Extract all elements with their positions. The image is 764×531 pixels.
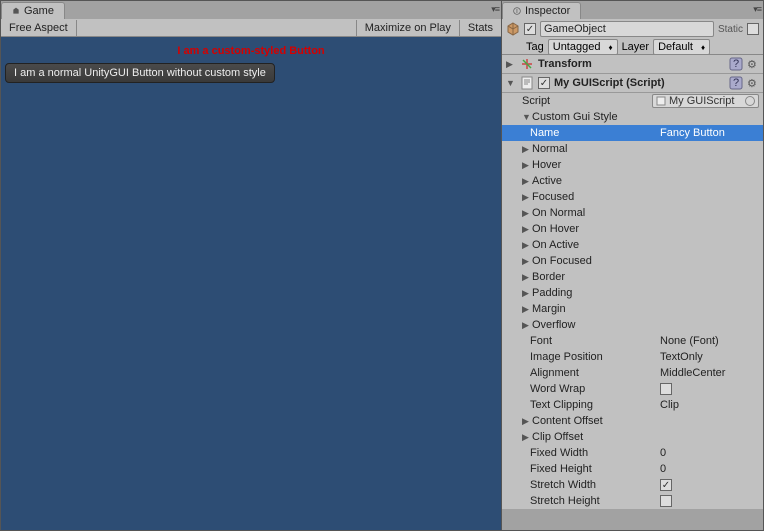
gameobject-icon: [506, 22, 520, 36]
transform-title: Transform: [538, 58, 725, 70]
foldout-icon: ▶: [522, 208, 530, 219]
game-icon: [12, 7, 20, 15]
game-view: I am a custom-styled Button I am a norma…: [1, 37, 501, 530]
stretch-height-checkbox[interactable]: [660, 495, 672, 507]
state-foldout[interactable]: ▶Border: [502, 269, 763, 285]
name-value: Fancy Button: [660, 127, 759, 139]
tag-dropdown[interactable]: Untagged♦: [548, 39, 618, 55]
foldout-icon: ▶: [522, 192, 530, 203]
alignment-row: Alignment MiddleCenter: [502, 365, 763, 381]
inspector-tab-label: Inspector: [525, 5, 570, 17]
svg-text:?: ?: [733, 77, 739, 89]
font-field[interactable]: None (Font): [660, 335, 759, 347]
custom-styled-button[interactable]: I am a custom-styled Button: [5, 45, 497, 57]
foldout-icon: ▶: [522, 160, 530, 171]
text-clipping-dropdown[interactable]: Clip: [660, 399, 759, 411]
static-checkbox[interactable]: [747, 23, 759, 35]
state-foldout[interactable]: ▶On Hover: [502, 221, 763, 237]
transform-icon: [520, 57, 534, 71]
state-foldout[interactable]: ▶On Active: [502, 237, 763, 253]
state-foldout[interactable]: ▶Margin: [502, 301, 763, 317]
font-row: Font None (Font): [502, 333, 763, 349]
state-foldout[interactable]: ▶Normal: [502, 141, 763, 157]
script-icon: [656, 96, 666, 106]
gameobject-header: Static Tag Untagged♦ Layer Default♦: [502, 19, 763, 55]
fixed-height-row: Fixed Height 0: [502, 461, 763, 477]
word-wrap-row: Word Wrap: [502, 381, 763, 397]
game-tab-bar: Game ▾≡: [1, 1, 501, 19]
state-foldout[interactable]: ▶Padding: [502, 285, 763, 301]
script-label: Script: [522, 95, 652, 107]
stretch-height-row: Stretch Height: [502, 493, 763, 509]
gear-icon[interactable]: ⚙: [747, 58, 759, 71]
fixed-width-row: Fixed Width 0: [502, 445, 763, 461]
stats-button[interactable]: Stats: [459, 20, 501, 36]
content-offset-foldout[interactable]: ▶ Content Offset: [502, 413, 763, 429]
state-foldout[interactable]: ▶On Normal: [502, 205, 763, 221]
foldout-icon: ▶: [522, 144, 530, 155]
word-wrap-checkbox[interactable]: [660, 383, 672, 395]
foldout-icon: ▶: [522, 256, 530, 267]
help-icon[interactable]: ?: [729, 76, 743, 90]
name-label: Name: [530, 127, 660, 139]
foldout-icon: ▶: [522, 288, 530, 299]
component-enabled-checkbox[interactable]: [538, 77, 550, 89]
stretch-width-checkbox[interactable]: [660, 479, 672, 491]
foldout-icon: ▼: [522, 112, 530, 122]
foldout-icon: ▶: [522, 304, 530, 315]
text-clipping-row: Text Clipping Clip: [502, 397, 763, 413]
info-icon: i: [513, 7, 521, 15]
gameobject-active-checkbox[interactable]: [524, 23, 536, 35]
foldout-icon: ▶: [522, 240, 530, 251]
fixed-width-field[interactable]: 0: [660, 447, 759, 459]
script-component-title: My GUIScript (Script): [554, 77, 725, 89]
static-label: Static: [718, 24, 743, 35]
script-object-field[interactable]: My GUIScript: [652, 94, 759, 108]
foldout-icon: ▶: [522, 272, 530, 283]
foldout-icon: ▶: [522, 176, 530, 187]
state-foldout[interactable]: ▶Active: [502, 173, 763, 189]
inspector-tab[interactable]: i Inspector: [502, 2, 581, 19]
help-icon[interactable]: ?: [729, 57, 743, 71]
layer-label: Layer: [622, 41, 650, 53]
state-foldout[interactable]: ▶Focused: [502, 189, 763, 205]
game-tab[interactable]: Game: [1, 2, 65, 19]
state-foldout[interactable]: ▶Overflow: [502, 317, 763, 333]
gameobject-name-field[interactable]: [540, 21, 714, 37]
game-toolbar: Free Aspect Maximize on Play Stats: [1, 19, 501, 37]
state-foldout[interactable]: ▶Hover: [502, 157, 763, 173]
normal-gui-button[interactable]: I am a normal UnityGUI Button without cu…: [5, 63, 275, 83]
fixed-height-field[interactable]: 0: [660, 463, 759, 475]
alignment-dropdown[interactable]: MiddleCenter: [660, 367, 759, 379]
foldout-icon: ▶: [522, 432, 530, 443]
style-name-row[interactable]: Name Fancy Button: [502, 125, 763, 141]
script-field-row: Script My GUIScript: [502, 93, 763, 109]
foldout-icon[interactable]: ▶: [506, 59, 516, 70]
custom-gui-style-foldout[interactable]: ▼ Custom Gui Style: [502, 109, 763, 125]
maximize-button[interactable]: Maximize on Play: [356, 20, 459, 36]
panel-menu-icon[interactable]: ▾≡: [491, 4, 499, 15]
svg-text:?: ?: [733, 58, 739, 70]
foldout-icon: ▶: [522, 320, 530, 331]
layer-dropdown[interactable]: Default♦: [653, 39, 710, 55]
panel-menu-icon[interactable]: ▾≡: [753, 4, 761, 15]
stretch-width-row: Stretch Width: [502, 477, 763, 493]
foldout-icon[interactable]: ▼: [506, 78, 516, 88]
game-tab-label: Game: [24, 5, 54, 17]
image-position-dropdown[interactable]: TextOnly: [660, 351, 759, 363]
foldout-icon: ▶: [522, 416, 530, 427]
script-icon: [520, 76, 534, 90]
tag-label: Tag: [526, 41, 544, 53]
gear-icon[interactable]: ⚙: [747, 77, 759, 90]
transform-component: ▶ Transform ? ⚙: [502, 55, 763, 74]
guiscript-component: ▼ My GUIScript (Script) ? ⚙ Script My GU…: [502, 74, 763, 509]
state-foldout[interactable]: ▶On Focused: [502, 253, 763, 269]
aspect-dropdown[interactable]: Free Aspect: [1, 20, 77, 36]
object-picker-icon[interactable]: [745, 96, 755, 106]
foldout-icon: ▶: [522, 224, 530, 235]
svg-text:i: i: [516, 7, 518, 15]
image-position-row: Image Position TextOnly: [502, 349, 763, 365]
clip-offset-foldout[interactable]: ▶ Clip Offset: [502, 429, 763, 445]
inspector-tab-bar: i Inspector ▾≡: [502, 1, 763, 19]
